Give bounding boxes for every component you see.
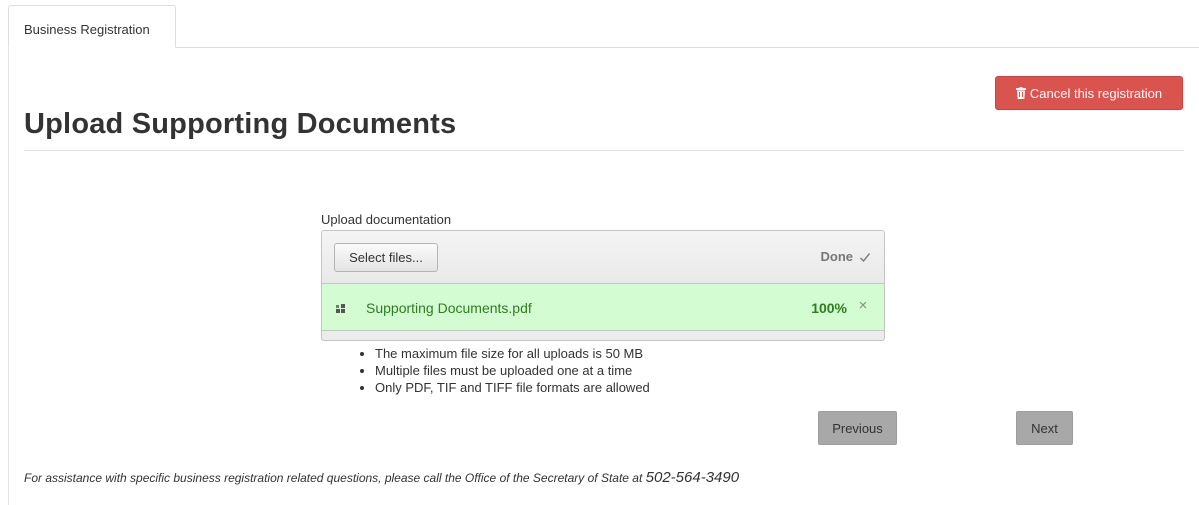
note-item: Multiple files must be uploaded one at a… xyxy=(375,362,650,379)
upload-widget: Select files... Done Supporting Document… xyxy=(321,230,885,341)
panel-border xyxy=(8,48,9,505)
file-icon xyxy=(336,302,348,314)
close-icon[interactable]: × xyxy=(856,298,870,313)
assistance-message: For assistance with specific business re… xyxy=(24,471,646,485)
upload-notes: The maximum file size for all uploads is… xyxy=(357,345,650,396)
uploaded-file-row: Supporting Documents.pdf 100% × xyxy=(322,284,884,331)
file-name: Supporting Documents.pdf xyxy=(366,300,532,316)
cancel-registration-label: Cancel this registration xyxy=(1029,85,1163,101)
cancel-registration-button[interactable]: Cancel this registration xyxy=(995,76,1183,110)
upload-status-label: Done xyxy=(820,249,854,264)
page-title: Upload Supporting Documents xyxy=(24,108,457,140)
note-item: Only PDF, TIF and TIFF file formats are … xyxy=(375,379,650,396)
note-item: The maximum file size for all uploads is… xyxy=(375,345,650,362)
assistance-text: For assistance with specific business re… xyxy=(24,469,739,486)
phone-number: 502-564-3490 xyxy=(645,469,740,486)
select-files-button[interactable]: Select files... xyxy=(334,243,438,272)
upload-status: Done xyxy=(821,249,872,264)
next-button[interactable]: Next xyxy=(1016,411,1073,445)
file-progress: 100% xyxy=(811,300,847,316)
upload-label: Upload documentation xyxy=(321,212,452,227)
tab-business-registration[interactable]: Business Registration xyxy=(8,5,176,48)
previous-button[interactable]: Previous xyxy=(818,411,897,445)
upload-toolbar: Select files... Done xyxy=(322,231,884,284)
tab-bar: Business Registration xyxy=(8,5,1199,48)
title-divider xyxy=(24,150,1184,151)
trash-icon xyxy=(1015,87,1026,99)
check-icon xyxy=(859,251,871,263)
